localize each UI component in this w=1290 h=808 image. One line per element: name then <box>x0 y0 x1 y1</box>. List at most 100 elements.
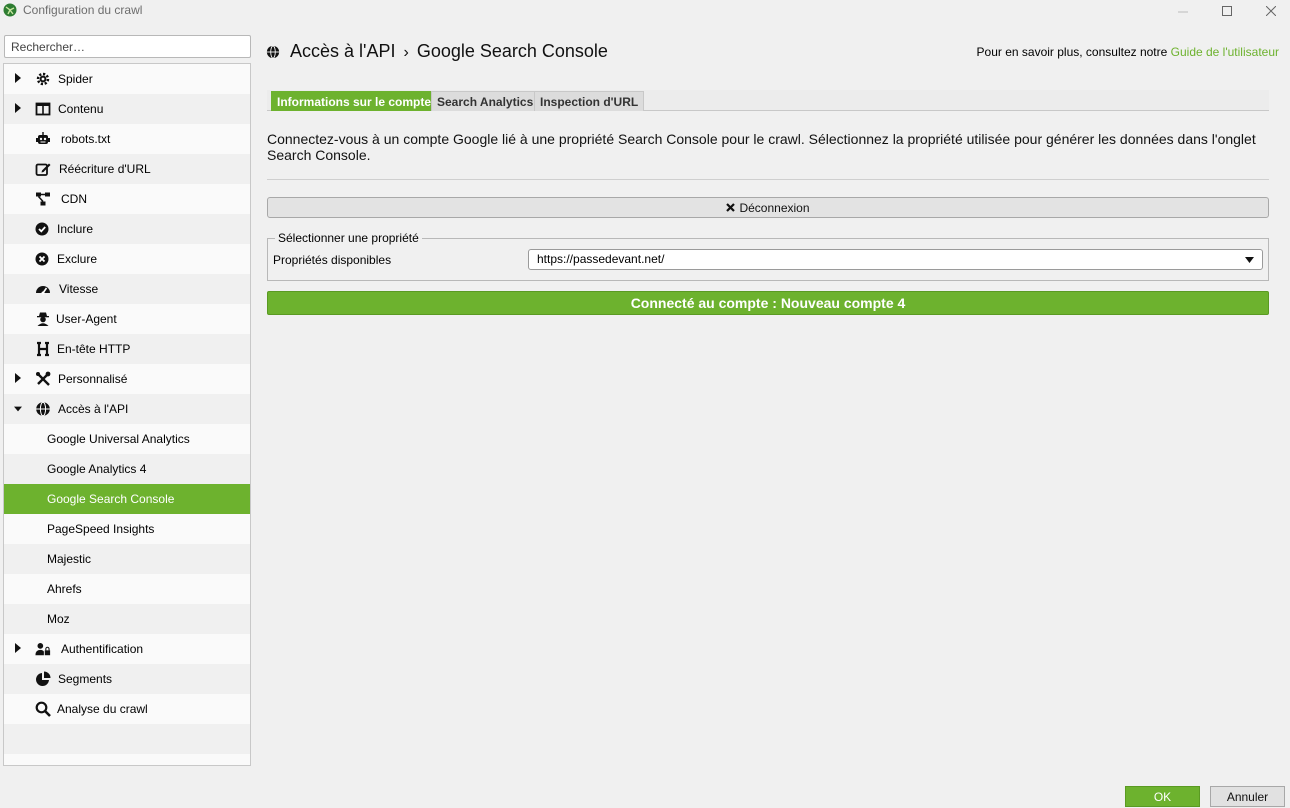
sidebar-item-label: Contenu <box>58 102 104 116</box>
settings-tree: Spider Contenu robots.txt Réécriture d'U… <box>3 63 251 766</box>
maximize-button[interactable] <box>1204 0 1250 22</box>
close-icon <box>1266 6 1276 16</box>
connection-status-banner: Connecté au compte : Nouveau compte 4 <box>267 291 1269 315</box>
sidebar-item-label: Google Search Console <box>47 492 175 506</box>
sidebar-item-label: Majestic <box>47 552 92 566</box>
sidebar-item-label: PageSpeed Insights <box>47 522 155 536</box>
close-button[interactable] <box>1248 0 1290 22</box>
sidebar-item-user-agent[interactable]: User-Agent <box>4 304 250 334</box>
sidebar-item-moz[interactable]: Moz <box>4 604 250 634</box>
disconnect-button[interactable]: Déconnexion <box>267 197 1269 218</box>
sidebar-item-label: CDN <box>61 192 87 206</box>
sidebar-item-inclure[interactable]: Inclure <box>4 214 250 244</box>
sidebar-item-label: robots.txt <box>61 132 111 146</box>
tab-search-analytics[interactable]: Search Analytics <box>431 91 540 111</box>
user-guide-link[interactable]: Guide de l'utilisateur <box>1171 45 1279 59</box>
guide-prefix-text: Pour en savoir plus, consultez notre <box>976 45 1171 59</box>
sidebar-item-label: Réécriture d'URL <box>59 162 151 176</box>
tab-account-info[interactable]: Informations sur le compte <box>271 91 438 111</box>
check-circle-icon <box>35 222 49 236</box>
sidebar-item-contenu[interactable]: Contenu <box>4 94 250 124</box>
columns-icon <box>35 102 51 116</box>
sidebar-item-label: Inclure <box>57 222 94 236</box>
network-icon <box>36 192 50 206</box>
expand-arrow-icon[interactable] <box>14 643 22 653</box>
sidebar-item-api-access[interactable]: Accès à l'API <box>4 394 250 424</box>
sidebar-item-cdn[interactable]: CDN <box>4 184 250 214</box>
sidebar-item-google-universal-analytics[interactable]: Google Universal Analytics <box>4 424 250 454</box>
sidebar-item-label: Google Analytics 4 <box>47 462 147 476</box>
sidebar-item-spider[interactable]: Spider <box>4 64 250 94</box>
chevron-down-icon <box>1245 257 1254 263</box>
property-select-value: https://passedevant.net/ <box>537 252 665 266</box>
sidebar-item-label: Ahrefs <box>47 582 82 596</box>
breadcrumb-section: Accès à l'API <box>290 41 396 61</box>
sidebar-item-http-header[interactable]: En-tête HTTP <box>4 334 250 364</box>
sidebar-item-authentification[interactable]: Authentification <box>4 634 250 664</box>
sidebar-item-label: Spider <box>58 72 93 86</box>
tab-bar: Informations sur le compte Search Analyt… <box>267 90 1269 111</box>
globe-icon <box>266 45 280 59</box>
tab-url-inspection[interactable]: Inspection d'URL <box>534 91 645 111</box>
sidebar-item-google-search-console[interactable]: Google Search Console <box>4 484 250 514</box>
minimize-icon <box>1178 11 1188 13</box>
sidebar-item-exclure[interactable]: Exclure <box>4 244 250 274</box>
user-lock-icon <box>35 643 51 656</box>
sidebar-search-input[interactable] <box>4 35 251 58</box>
pie-chart-icon <box>36 671 51 686</box>
gear-icon <box>36 72 50 86</box>
x-circle-icon <box>35 252 49 266</box>
window-titlebar: Configuration du crawl <box>0 0 1290 22</box>
expand-arrow-icon[interactable] <box>14 103 22 113</box>
disconnect-label: Déconnexion <box>739 200 810 215</box>
sidebar-item-label: Exclure <box>57 252 98 266</box>
sidebar-item-label: Vitesse <box>59 282 99 296</box>
robot-icon <box>36 132 50 144</box>
sidebar-item-google-analytics-4[interactable]: Google Analytics 4 <box>4 454 250 484</box>
breadcrumb-separator: › <box>403 44 409 61</box>
divider <box>267 179 1269 180</box>
sidebar-item-label: User-Agent <box>56 312 117 326</box>
sidebar-item-ahrefs[interactable]: Ahrefs <box>4 574 250 604</box>
globe-icon <box>36 401 50 417</box>
window-title: Configuration du crawl <box>23 3 143 17</box>
breadcrumb: Accès à l'API › Google Search Console <box>290 41 608 62</box>
sidebar-item-label: Google Universal Analytics <box>47 432 190 446</box>
sidebar-item-label: Segments <box>58 672 113 686</box>
tree-empty-row <box>4 724 250 754</box>
properties-label: Propriétés disponibles <box>273 253 392 267</box>
sidebar-item-vitesse[interactable]: Vitesse <box>4 274 250 304</box>
sidebar-item-label: Moz <box>47 612 70 626</box>
sidebar-item-label: Personnalisé <box>58 372 128 386</box>
description-text: Connectez-vous à un compte Google lié à … <box>267 131 1256 163</box>
sidebar-item-personnalise[interactable]: Personnalisé <box>4 364 250 394</box>
page-title: Google Search Console <box>416 41 608 61</box>
close-icon <box>726 203 736 212</box>
edit-icon <box>35 163 51 176</box>
expand-arrow-icon[interactable] <box>14 373 22 383</box>
user-guide-hint: Pour en savoir plus, consultez notre Gui… <box>977 45 1279 59</box>
sidebar-item-segments[interactable]: Segments <box>4 664 250 694</box>
app-logo-icon <box>3 3 17 17</box>
expand-arrow-icon[interactable] <box>14 73 22 83</box>
sidebar-item-label: Authentification <box>61 642 144 656</box>
maximize-icon <box>1222 6 1232 16</box>
gauge-icon <box>36 286 50 295</box>
property-group-legend: Sélectionner une propriété <box>275 231 422 245</box>
tools-icon <box>36 371 51 386</box>
collapse-arrow-icon[interactable] <box>14 404 22 414</box>
minimize-button[interactable] <box>1160 0 1206 22</box>
sidebar-item-url-rewriting[interactable]: Réécriture d'URL <box>4 154 250 184</box>
search-icon <box>35 701 51 717</box>
heading-icon <box>37 341 49 357</box>
sidebar-item-label: Analyse du crawl <box>57 702 148 716</box>
sidebar-item-crawl-analysis[interactable]: Analyse du crawl <box>4 694 250 724</box>
sidebar-item-label: Accès à l'API <box>58 402 129 416</box>
ok-button[interactable]: OK <box>1125 786 1200 807</box>
sidebar-item-pagespeed-insights[interactable]: PageSpeed Insights <box>4 514 250 544</box>
sidebar-item-robots[interactable]: robots.txt <box>4 124 250 154</box>
property-select[interactable]: https://passedevant.net/ <box>528 249 1263 270</box>
sidebar-item-majestic[interactable]: Majestic <box>4 544 250 574</box>
user-secret-icon <box>37 312 49 326</box>
cancel-button[interactable]: Annuler <box>1210 786 1285 807</box>
